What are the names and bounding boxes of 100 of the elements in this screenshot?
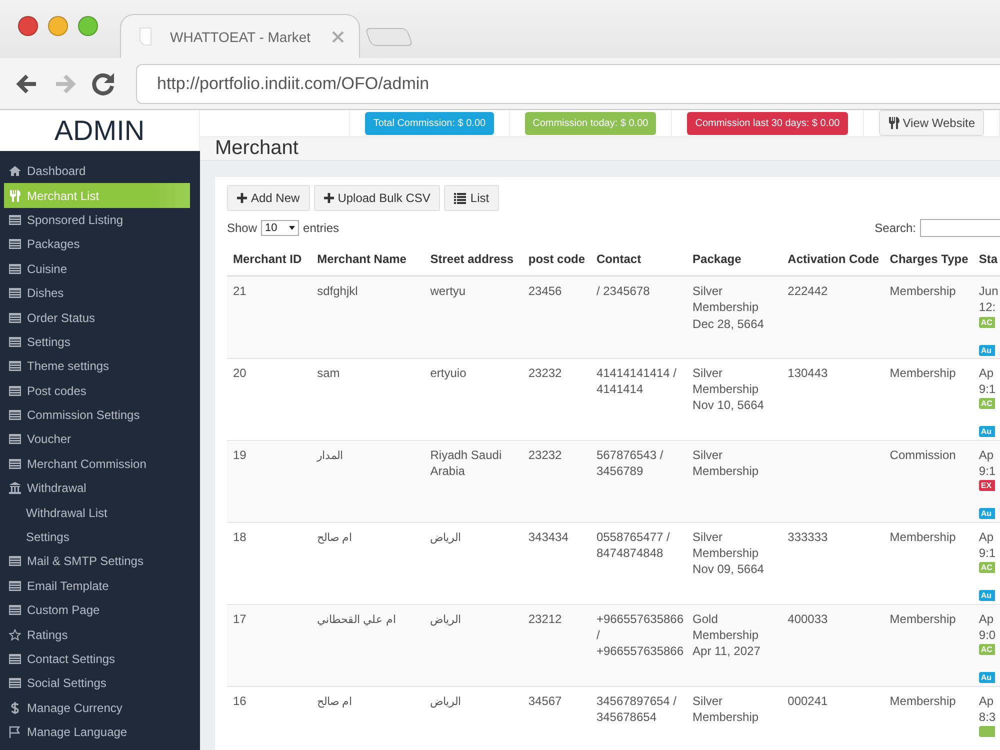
sidebar-item[interactable]: Theme settings bbox=[0, 354, 190, 379]
table-cell-text: ام علي القحطاني bbox=[317, 612, 396, 628]
table-icon bbox=[9, 262, 21, 275]
browser-tab[interactable]: WHATTOEAT - Market bbox=[120, 14, 360, 58]
status-text: 9:1 bbox=[978, 544, 997, 562]
commission-badge: Total Commission: $ 0.00 bbox=[365, 112, 494, 134]
table-cell: +966557635866 / +966557635866 bbox=[590, 604, 687, 686]
status-badge: EX bbox=[978, 480, 995, 492]
status-badge: AC bbox=[978, 316, 995, 328]
toolbar-button[interactable]: Add New bbox=[227, 185, 310, 211]
status-text: Jun bbox=[978, 283, 1000, 300]
sidebar-item[interactable]: Packages bbox=[0, 232, 190, 257]
sidebar-item[interactable]: Voucher bbox=[0, 427, 190, 452]
entries-dropdown[interactable]: 10 bbox=[261, 220, 300, 236]
table-cell-text: الرياض bbox=[430, 530, 462, 546]
table-cell: 23456 bbox=[522, 276, 590, 358]
table-cell: / 2345678 bbox=[590, 276, 687, 358]
sidebar-item[interactable]: Cuisine bbox=[0, 256, 190, 281]
show-label: Show bbox=[227, 221, 258, 235]
commission-badge: Commission today: $ 0.00 bbox=[524, 112, 656, 134]
table-icon bbox=[9, 604, 21, 616]
flag-icon bbox=[9, 726, 21, 738]
search-label: Search: bbox=[874, 221, 916, 235]
sidebar-item[interactable]: Contact Settings bbox=[0, 646, 190, 672]
sidebar-item[interactable]: Dashboard bbox=[0, 159, 190, 184]
table-cell: sdfghjkl bbox=[311, 276, 424, 358]
table-cell-text: الرياض bbox=[430, 694, 462, 710]
table-icon bbox=[9, 458, 21, 470]
status-badge: Au bbox=[978, 672, 995, 684]
status-text: 9:0 bbox=[978, 626, 997, 644]
table-icon bbox=[9, 677, 21, 690]
table-cell-text: ام صالح bbox=[317, 530, 352, 546]
window-control[interactable] bbox=[18, 16, 38, 36]
status-text: Ap bbox=[978, 446, 995, 463]
status-text: Ap bbox=[978, 692, 995, 709]
table-cell: 400033 bbox=[782, 604, 884, 686]
table-cell: Silver Membership bbox=[686, 686, 782, 750]
fork-knife-icon bbox=[888, 117, 900, 129]
table-cell: 23232 bbox=[522, 440, 590, 522]
sidebar-item[interactable]: Custom Page bbox=[0, 598, 190, 622]
status-badge: AC bbox=[978, 398, 995, 410]
address-bar[interactable]: http://portfolio.indiit.com/OFO/admin bbox=[136, 64, 1000, 104]
table-cell: 19 bbox=[227, 440, 312, 522]
table-cell: Gold Membership Apr 11, 2027 bbox=[686, 604, 782, 686]
sidebar-item[interactable]: Dishes bbox=[0, 280, 190, 306]
window-control[interactable] bbox=[78, 16, 98, 36]
status-badge: Au bbox=[978, 344, 995, 356]
sidebar-item[interactable]: Commission Settings bbox=[0, 402, 190, 428]
table-icon bbox=[9, 433, 21, 446]
sidebar-item[interactable]: Manage Language bbox=[0, 720, 190, 744]
sidebar-item[interactable]: Settings bbox=[0, 330, 190, 354]
sidebar-item[interactable]: Withdrawal bbox=[0, 476, 190, 500]
sidebar-item[interactable]: Ratings bbox=[0, 622, 190, 647]
plus-icon bbox=[237, 193, 247, 203]
table-icon bbox=[9, 653, 21, 665]
toolbar-button[interactable]: List bbox=[444, 185, 500, 211]
list-icon bbox=[454, 192, 466, 204]
table-icon bbox=[9, 312, 21, 324]
star-icon bbox=[9, 628, 21, 641]
sidebar-item[interactable]: Email Template bbox=[0, 574, 190, 598]
home-icon bbox=[9, 165, 21, 178]
table-icon bbox=[9, 409, 21, 422]
plus-icon bbox=[324, 193, 334, 203]
table-icon bbox=[9, 360, 21, 372]
status-badge: AC bbox=[978, 562, 995, 574]
sidebar-item[interactable]: Sponsored Listing bbox=[0, 208, 190, 232]
sidebar-item[interactable]: Withdrawal List bbox=[0, 500, 190, 525]
table-cell: Silver Membership bbox=[686, 440, 782, 522]
table-cell: wertyu bbox=[424, 276, 522, 358]
status-text: Ap bbox=[978, 528, 995, 545]
sidebar-item[interactable]: Manage Currency bbox=[0, 696, 190, 720]
toolbar-button[interactable]: Upload Bulk CSV bbox=[314, 185, 440, 211]
tab-title: WHATTOEAT - Market bbox=[170, 28, 312, 44]
close-icon[interactable] bbox=[331, 30, 345, 44]
sidebar-item[interactable]: Post codes bbox=[0, 378, 190, 403]
search-field[interactable] bbox=[920, 219, 1000, 237]
dollar-icon bbox=[9, 702, 21, 714]
fork-knife-icon bbox=[9, 190, 21, 202]
sidebar-item[interactable]: Settings bbox=[0, 524, 190, 550]
sidebar-item[interactable]: Merchant Commission bbox=[0, 452, 190, 476]
status-text: Ap bbox=[978, 610, 995, 627]
table-cell: Riyadh Saudi Arabia bbox=[424, 440, 522, 522]
status-badge: Au bbox=[978, 426, 995, 438]
sidebar-item[interactable]: Social Settings bbox=[0, 671, 190, 696]
table-cell: 16 bbox=[227, 686, 312, 750]
table-icon bbox=[9, 384, 21, 397]
status-badge: AC bbox=[978, 644, 995, 656]
status-text: Ap bbox=[978, 364, 995, 381]
sidebar-item[interactable]: Order Status bbox=[0, 305, 190, 330]
table-cell: 34567897654 / 345678654 bbox=[590, 686, 687, 750]
reload-icon[interactable] bbox=[90, 70, 116, 96]
entries-label: entries bbox=[303, 221, 340, 235]
view-website-button[interactable]: View Website bbox=[878, 110, 984, 136]
window-control[interactable] bbox=[48, 16, 68, 36]
new-tab-button[interactable] bbox=[364, 28, 414, 46]
status-badge: Au bbox=[978, 590, 995, 602]
table-icon bbox=[9, 287, 21, 300]
table-cell: 21 bbox=[227, 276, 312, 358]
sidebar-item[interactable]: Mail & SMTP Settings bbox=[0, 549, 190, 574]
table-cell: Membership bbox=[884, 604, 978, 686]
